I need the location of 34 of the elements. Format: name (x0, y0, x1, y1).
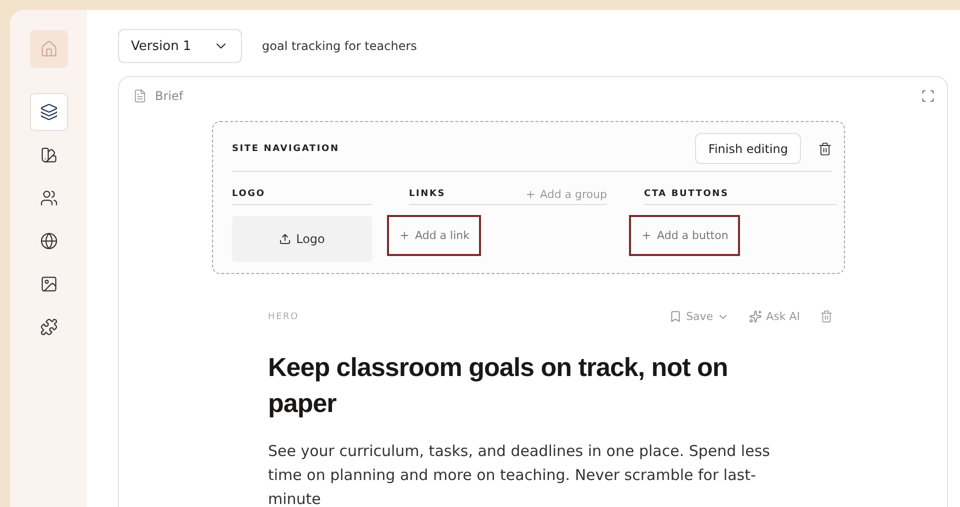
add-button-button[interactable]: Add a button (629, 215, 740, 256)
image-icon (40, 275, 58, 293)
sparkles-icon (749, 310, 762, 323)
swatch-book-icon (40, 146, 58, 164)
hero-description: See your curriculum, tasks, and deadlines in one place. Spend less time on planning and more on teaching. Never scramble for last-minute (268, 441, 771, 507)
document-icon (133, 89, 147, 103)
column-header: LINKS (409, 189, 446, 199)
add-link-button[interactable]: Add a link (387, 215, 482, 256)
save-button[interactable]: Save (669, 310, 730, 323)
finish-editing-button[interactable]: Finish editing (695, 133, 801, 164)
add-group-button[interactable]: Add a group (525, 188, 607, 200)
plus-icon (525, 188, 536, 200)
section-label: HERO (268, 312, 299, 322)
plus-icon (641, 230, 652, 241)
project-name: goal tracking for teachers (262, 39, 417, 53)
bookmark-icon (669, 310, 682, 323)
layers-icon (40, 103, 58, 121)
column-header: CTA BUTTONS (644, 189, 729, 199)
puzzle-icon (40, 318, 58, 336)
section-title: SITE NAVIGATION (232, 144, 340, 154)
hero-heading: Keep classroom goals on track, not on paper (268, 351, 729, 420)
sidebar-item[interactable] (30, 93, 68, 131)
card-title: Brief (155, 89, 184, 103)
upload-icon (279, 233, 292, 245)
ask-ai-button[interactable]: Ask AI (749, 310, 800, 323)
version-dropdown[interactable]: Version 1 (118, 29, 242, 63)
home-icon (40, 40, 58, 58)
delete-icon[interactable] (818, 142, 832, 156)
globe-icon (40, 232, 58, 250)
expand-icon[interactable] (921, 89, 935, 103)
upload-logo-button[interactable]: Logo (232, 216, 372, 262)
plus-icon (399, 230, 410, 241)
users-icon (40, 189, 58, 207)
column-header: LOGO (232, 189, 266, 199)
